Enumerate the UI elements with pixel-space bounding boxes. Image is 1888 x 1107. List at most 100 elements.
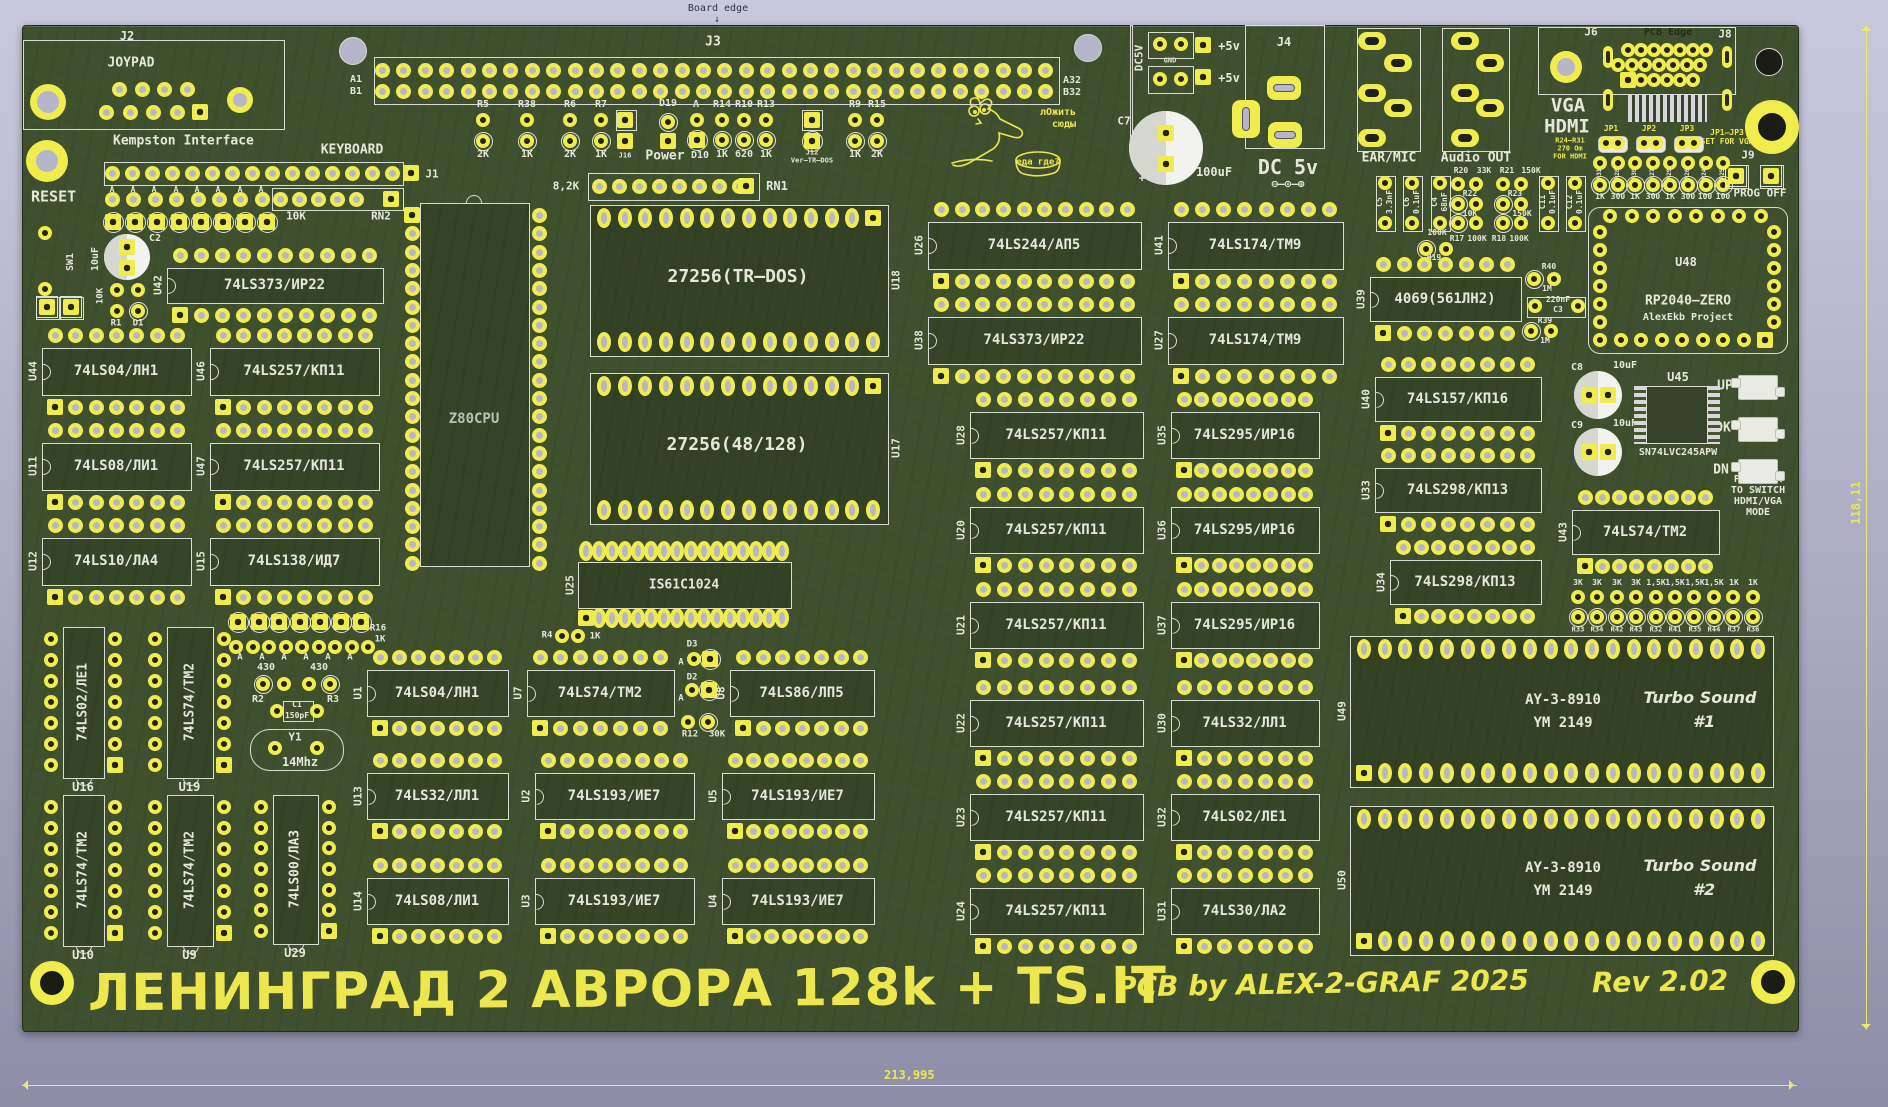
mount-hole: [37, 91, 59, 113]
pad: [362, 308, 377, 323]
pad: [383, 191, 399, 207]
pad: [405, 391, 420, 406]
pad: [1298, 487, 1313, 502]
pad: [1646, 178, 1660, 192]
pad: [99, 105, 114, 120]
silk-label: TO SWITCH: [1731, 486, 1785, 496]
ic-refdes: U22: [956, 713, 967, 733]
ic-refdes: U46: [196, 361, 207, 381]
pad: [1177, 680, 1192, 695]
pad: [1258, 774, 1273, 789]
pad: [1689, 639, 1703, 659]
pad: [418, 84, 433, 99]
pad: [217, 863, 231, 877]
pad: [365, 166, 380, 181]
pad: [362, 248, 377, 263]
pad: [468, 824, 483, 839]
pad: [1461, 809, 1475, 829]
pad: [476, 134, 490, 148]
silk-label: 430: [310, 663, 328, 673]
pad: [217, 737, 231, 751]
pad: [1479, 326, 1494, 341]
pad: [108, 737, 122, 751]
pad: [1649, 590, 1663, 604]
pad: [756, 721, 771, 736]
pad: [1754, 209, 1768, 223]
pad: [1280, 369, 1295, 384]
pad: [1544, 324, 1558, 338]
pad: [1397, 257, 1412, 272]
silk-label: R17: [1450, 235, 1464, 243]
pad: [503, 63, 518, 78]
pad: [1059, 558, 1074, 573]
pad: [1767, 243, 1781, 257]
pad: [338, 423, 353, 438]
pad: [976, 680, 991, 695]
pad: [1018, 939, 1033, 954]
ic-refdes: U11: [28, 456, 39, 476]
pad: [742, 500, 756, 520]
pad: [560, 824, 575, 839]
pad: [1593, 261, 1607, 275]
pad: [108, 632, 122, 646]
pad: [338, 518, 353, 533]
pad: [1018, 845, 1033, 860]
pad: [1459, 326, 1474, 341]
pad: [1195, 202, 1210, 217]
capacitor-body: [1129, 111, 1203, 185]
pad: [169, 192, 184, 207]
silk-label: R24–R31: [1555, 138, 1585, 145]
pad: [145, 166, 160, 181]
pad: [1216, 369, 1231, 384]
pad: [1751, 809, 1765, 829]
pad: [44, 863, 58, 877]
pad: [150, 495, 165, 510]
pad: [1480, 448, 1495, 463]
silk-label: R32: [1650, 627, 1663, 634]
pad: [1174, 37, 1188, 51]
pad: [277, 495, 292, 510]
pad: [975, 750, 991, 766]
pad: [405, 409, 420, 424]
socket-z80cpu: [420, 203, 530, 567]
socket-refdes: U49: [1337, 701, 1348, 721]
pad: [1433, 216, 1447, 230]
pad: [430, 929, 445, 944]
pad: [1449, 540, 1464, 555]
pad: [1606, 809, 1620, 829]
pad: [1080, 680, 1095, 695]
pad: [721, 208, 735, 228]
pad: [449, 753, 464, 768]
pad: [217, 842, 231, 856]
pad: [1502, 809, 1516, 829]
pad: [1174, 297, 1189, 312]
pad: [1039, 845, 1054, 860]
pad: [1628, 156, 1642, 170]
pad: [764, 929, 779, 944]
pad: [1711, 209, 1725, 223]
pad: [150, 400, 165, 415]
socket-label: AY-3-8910: [1525, 693, 1601, 707]
ic-refdes: U3: [521, 894, 532, 907]
pad: [742, 376, 756, 396]
ic-refdes: U38: [914, 330, 925, 350]
pad: [1564, 763, 1578, 783]
pad: [254, 924, 268, 938]
pad: [358, 495, 373, 510]
ic-refdes: U12: [28, 551, 39, 571]
pad: [1461, 763, 1475, 783]
ic-refdes: U31: [1157, 901, 1168, 921]
pad: [105, 166, 120, 181]
ic-label: 74LS298/КП13: [1414, 575, 1515, 589]
pad: [1571, 299, 1585, 313]
pad: [568, 63, 583, 78]
pad: [817, 858, 832, 873]
pad: [405, 537, 420, 552]
pad: [404, 207, 420, 223]
pad: [532, 446, 547, 461]
pad: [1578, 490, 1593, 505]
pad: [405, 226, 420, 241]
pad: [955, 369, 970, 384]
pad: [148, 842, 162, 856]
silk-label: FOR HDMI: [1553, 154, 1587, 161]
